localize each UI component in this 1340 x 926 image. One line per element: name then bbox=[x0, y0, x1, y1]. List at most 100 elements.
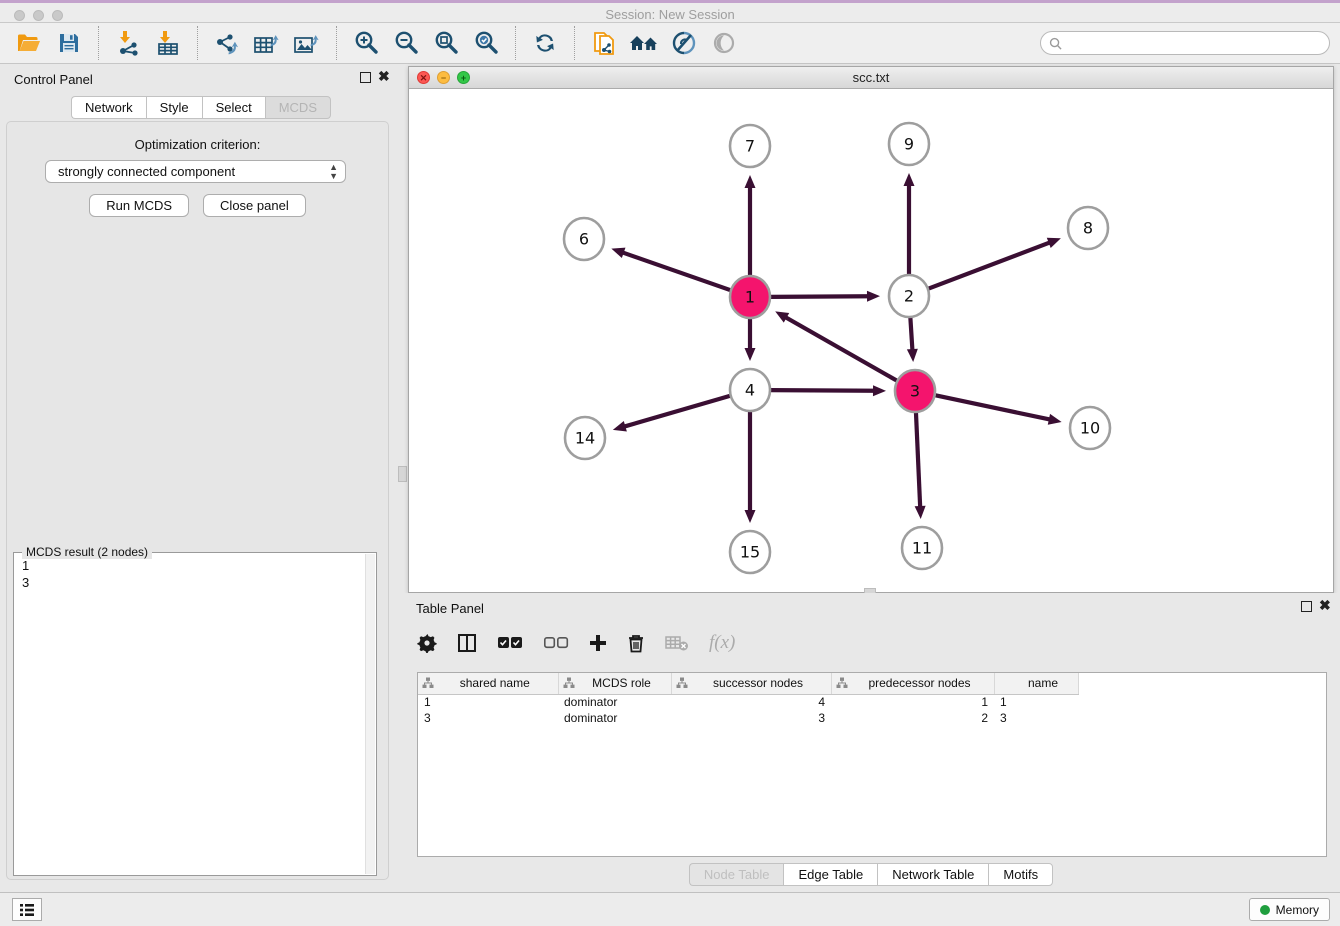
clear-checkboxes-icon[interactable] bbox=[543, 636, 569, 650]
memory-button[interactable]: Memory bbox=[1249, 898, 1330, 921]
clone-network-icon[interactable] bbox=[584, 28, 624, 58]
table-cell[interactable]: 1 bbox=[994, 694, 1078, 710]
add-column-icon[interactable] bbox=[589, 634, 607, 652]
table-row[interactable]: 3dominator323 bbox=[418, 710, 1078, 726]
hierarchy-icon bbox=[563, 677, 575, 692]
hierarchy-icon bbox=[836, 677, 848, 692]
table-cell[interactable]: 3 bbox=[671, 710, 831, 726]
arrowhead-icon bbox=[873, 385, 886, 396]
edge-4-14[interactable] bbox=[623, 396, 729, 427]
search-icon bbox=[1049, 37, 1062, 50]
import-network-icon[interactable] bbox=[108, 28, 148, 58]
criterion-dropdown[interactable]: strongly connected component ▲▼ bbox=[45, 160, 346, 183]
mcds-panel: Optimization criterion: strongly connect… bbox=[6, 121, 389, 880]
table-cell[interactable]: 1 bbox=[831, 694, 994, 710]
search-field[interactable] bbox=[1040, 31, 1330, 55]
gear-icon[interactable] bbox=[417, 633, 437, 653]
task-history-button[interactable] bbox=[12, 898, 42, 921]
arrowhead-icon bbox=[745, 510, 756, 523]
graph-node-label: 8 bbox=[1083, 219, 1093, 238]
graph-node-label: 14 bbox=[575, 429, 595, 448]
edge-2-8[interactable] bbox=[929, 242, 1051, 288]
column-header-predecessor-nodes[interactable]: predecessor nodes bbox=[831, 673, 994, 694]
tab-style[interactable]: Style bbox=[146, 96, 202, 119]
open-file-icon[interactable] bbox=[9, 28, 49, 58]
column-header-successor-nodes[interactable]: successor nodes bbox=[671, 673, 831, 694]
chevron-up-down-icon: ▲▼ bbox=[329, 163, 338, 181]
zoom-fit-icon[interactable] bbox=[426, 28, 466, 58]
table-toolbar: f(x) bbox=[417, 625, 735, 661]
edge-2-3[interactable] bbox=[910, 317, 912, 351]
select-all-checkboxes-icon[interactable] bbox=[497, 636, 523, 650]
tab-mcds[interactable]: MCDS bbox=[265, 96, 331, 119]
column-header-name[interactable]: name bbox=[994, 673, 1078, 694]
window-title: Session: New Session bbox=[0, 7, 1340, 22]
node-table[interactable]: shared nameMCDS role successor nodes prede… bbox=[417, 672, 1327, 857]
control-panel-float-button[interactable] bbox=[360, 72, 371, 83]
table-row[interactable]: 1dominator411 bbox=[418, 694, 1078, 710]
export-network-icon[interactable] bbox=[207, 28, 247, 58]
graph-node-label: 1 bbox=[745, 288, 755, 307]
tab-motifs[interactable]: Motifs bbox=[988, 863, 1053, 886]
tab-edge-table[interactable]: Edge Table bbox=[783, 863, 877, 886]
network-graph[interactable]: 7968124314101511 bbox=[409, 89, 1333, 592]
column-header-MCDS-role[interactable]: MCDS role bbox=[558, 673, 671, 694]
save-session-icon[interactable] bbox=[49, 28, 89, 58]
mcds-result-text[interactable]: 13 bbox=[16, 557, 364, 873]
column-header-label: successor nodes bbox=[713, 676, 803, 690]
details-eye-icon[interactable] bbox=[704, 28, 744, 58]
refresh-icon[interactable] bbox=[525, 28, 565, 58]
table-cell[interactable]: dominator bbox=[558, 710, 671, 726]
column-header-shared-name[interactable]: shared name bbox=[418, 673, 558, 694]
graph-node-label: 15 bbox=[740, 543, 760, 562]
zoom-out-icon[interactable] bbox=[386, 28, 426, 58]
control-panel-close-icon[interactable]: ✖ bbox=[378, 69, 390, 83]
network-view-window: ✕ − + scc.txt 7968124314101511 bbox=[408, 66, 1334, 593]
edge-3-11[interactable] bbox=[916, 412, 920, 508]
edge-4-3[interactable] bbox=[771, 390, 875, 391]
graph-node-label: 10 bbox=[1080, 419, 1100, 438]
export-image-icon[interactable] bbox=[287, 28, 327, 58]
vizmap-icon[interactable] bbox=[664, 28, 704, 58]
table-cell[interactable]: dominator bbox=[558, 694, 671, 710]
delete-table-icon bbox=[665, 634, 689, 652]
table-panel-tabs: Node TableEdge TableNetwork TableMotifs bbox=[402, 863, 1340, 886]
edge-3-1[interactable] bbox=[785, 317, 897, 381]
close-panel-button[interactable]: Close panel bbox=[203, 194, 306, 217]
tab-select[interactable]: Select bbox=[202, 96, 265, 119]
split-columns-icon[interactable] bbox=[457, 633, 477, 653]
tab-network[interactable]: Network bbox=[71, 96, 146, 119]
export-table-icon[interactable] bbox=[247, 28, 287, 58]
run-mcds-button[interactable]: Run MCDS bbox=[89, 194, 189, 217]
control-panel-title: Control Panel bbox=[14, 72, 93, 87]
memory-status-icon bbox=[1260, 905, 1270, 915]
table-cell[interactable]: 3 bbox=[994, 710, 1078, 726]
table-cell[interactable]: 3 bbox=[418, 710, 558, 726]
edge-3-10[interactable] bbox=[936, 395, 1051, 419]
table-panel-float-button[interactable] bbox=[1301, 601, 1312, 612]
table-cell[interactable]: 2 bbox=[831, 710, 994, 726]
main-toolbar bbox=[0, 23, 1340, 64]
zoom-selected-icon[interactable] bbox=[466, 28, 506, 58]
delete-icon[interactable] bbox=[627, 633, 645, 653]
search-input[interactable] bbox=[1067, 36, 1329, 50]
result-scrollbar[interactable] bbox=[365, 554, 375, 874]
tab-node-table[interactable]: Node Table bbox=[689, 863, 784, 886]
status-bar: Memory bbox=[0, 892, 1340, 926]
graph-node-label: 9 bbox=[904, 135, 914, 154]
edge-1-6[interactable] bbox=[622, 252, 730, 290]
edge-1-2[interactable] bbox=[771, 296, 869, 297]
network-canvas[interactable]: 7968124314101511 bbox=[409, 89, 1333, 592]
home-layout-icon[interactable] bbox=[624, 28, 664, 58]
tab-network-table[interactable]: Network Table bbox=[877, 863, 988, 886]
arrowhead-icon bbox=[745, 175, 756, 188]
arrowhead-icon bbox=[745, 348, 756, 361]
vertical-splitter-handle[interactable] bbox=[398, 466, 407, 482]
table-cell[interactable]: 4 bbox=[671, 694, 831, 710]
network-window-titlebar[interactable]: ✕ − + scc.txt bbox=[409, 67, 1333, 89]
table-cell[interactable]: 1 bbox=[418, 694, 558, 710]
table-panel-close-icon[interactable]: ✖ bbox=[1319, 598, 1331, 612]
arrowhead-icon bbox=[904, 173, 915, 186]
zoom-in-icon[interactable] bbox=[346, 28, 386, 58]
import-table-icon[interactable] bbox=[148, 28, 188, 58]
